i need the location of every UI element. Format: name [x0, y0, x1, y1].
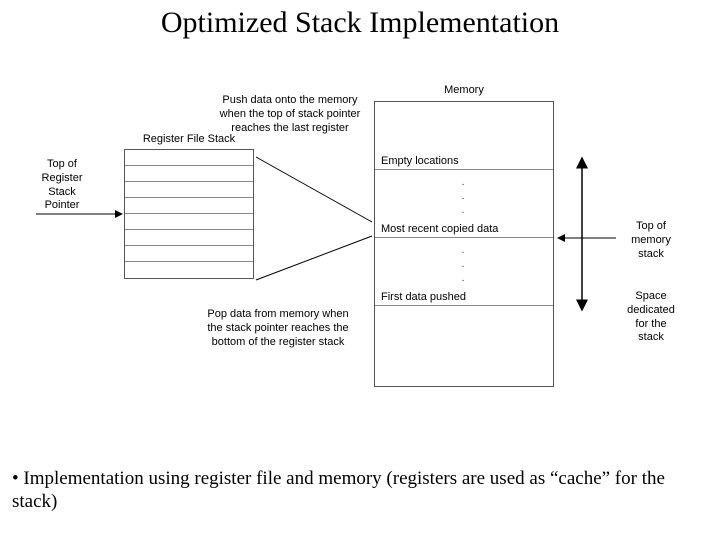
connectors	[0, 0, 720, 540]
bullet-point: Implementation using register file and m…	[12, 468, 702, 514]
